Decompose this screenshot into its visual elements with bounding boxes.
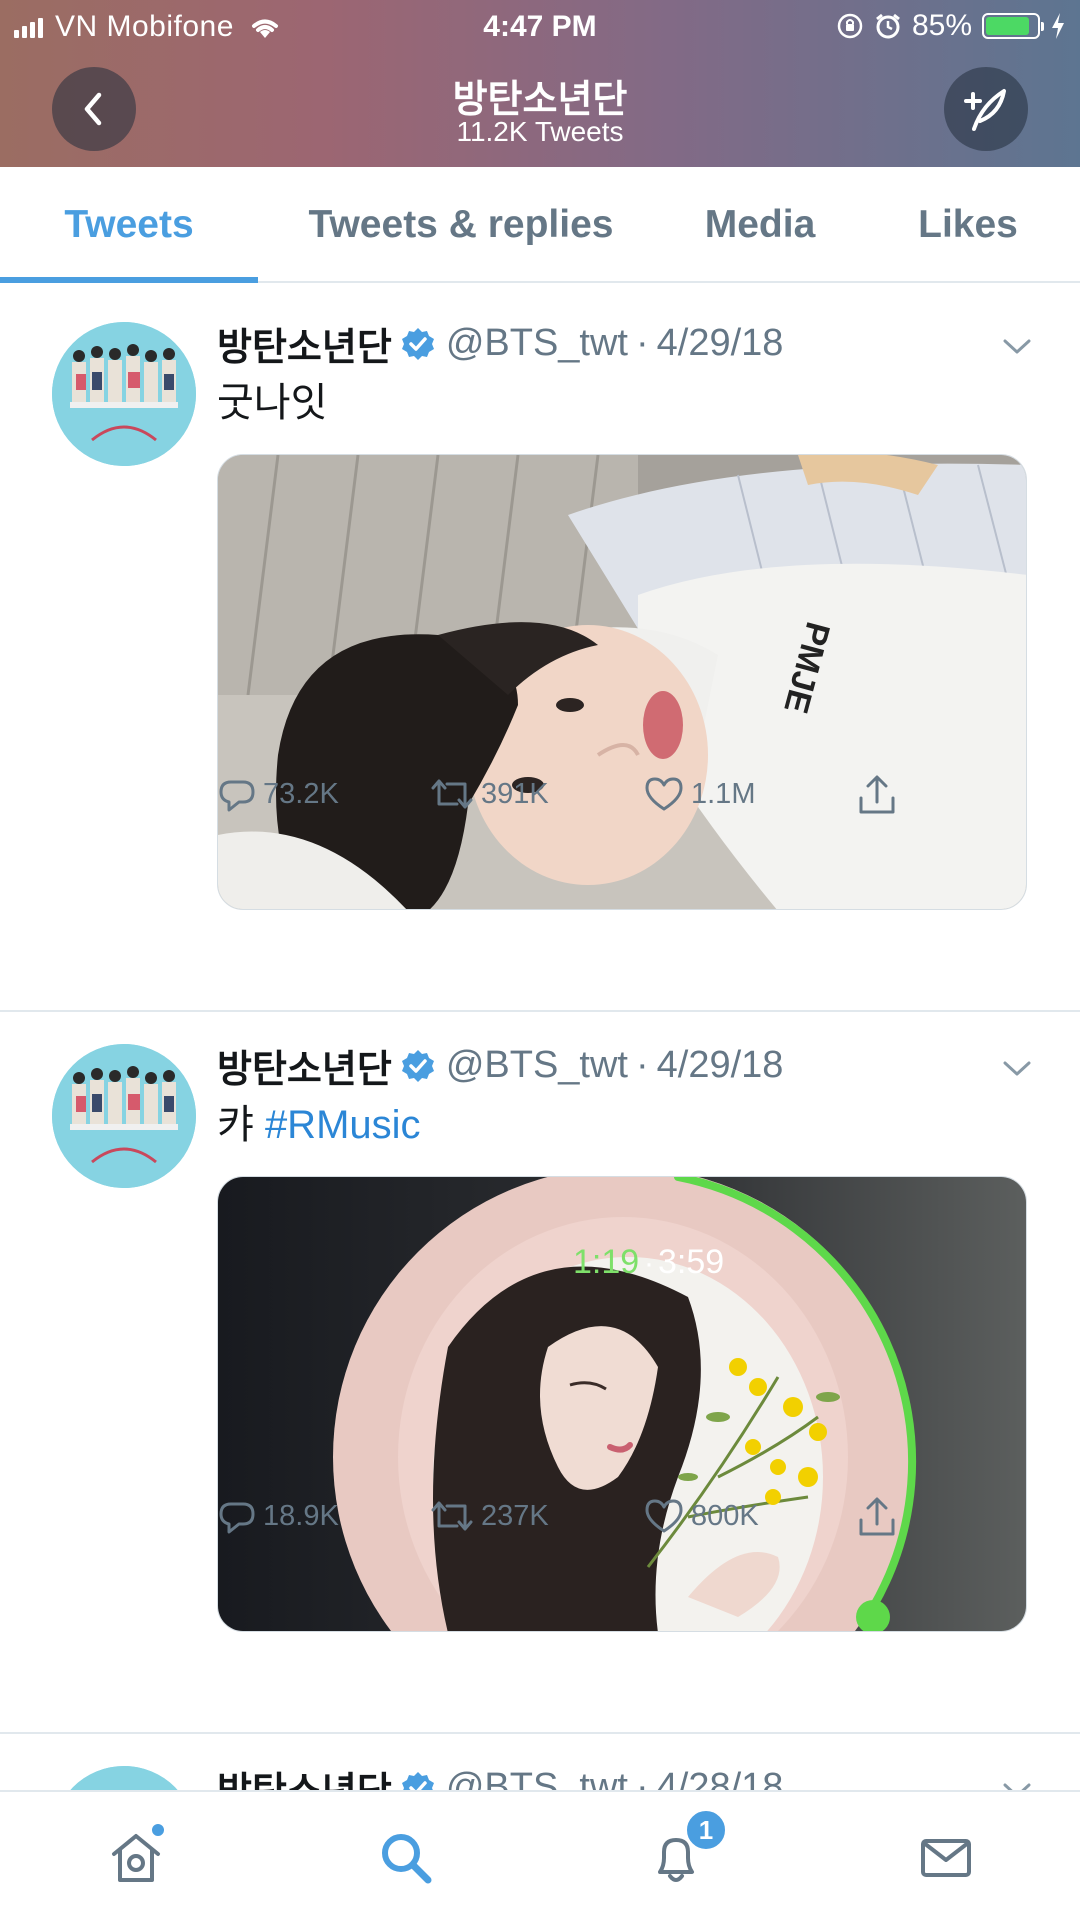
tweet-actions: 73.2K 391K 1.1M bbox=[217, 774, 1017, 824]
nav-notifications[interactable]: 1 bbox=[636, 1808, 728, 1898]
tweet-photo[interactable]: PMJE bbox=[217, 454, 1027, 910]
retweet-button[interactable]: 391K bbox=[429, 774, 549, 814]
reply-button[interactable]: 73.2K bbox=[217, 774, 339, 814]
avatar-image bbox=[52, 1044, 196, 1188]
nav-messages[interactable] bbox=[906, 1818, 986, 1898]
tweet-actions: 18.9K 237K 800K bbox=[217, 1496, 1017, 1546]
tweet-date[interactable]: 4/29/18 bbox=[657, 1044, 784, 1087]
reply-button[interactable]: 18.9K bbox=[217, 1496, 339, 1536]
tweet-text-body: 캬 bbox=[217, 1103, 254, 1147]
retweet-button[interactable]: 237K bbox=[429, 1496, 549, 1536]
chevron-down-icon[interactable] bbox=[1002, 1060, 1032, 1078]
share-icon bbox=[859, 775, 895, 814]
tweet-photo[interactable]: 1:19 · 3:59 bbox=[217, 1176, 1027, 1632]
author-name[interactable]: 방탄소년단 bbox=[217, 1038, 392, 1093]
tweet-header: 방탄소년단 @BTS_twt · 4/29/18 bbox=[217, 316, 783, 371]
avatar[interactable] bbox=[52, 322, 196, 466]
share-button[interactable] bbox=[857, 1496, 903, 1538]
nav-search[interactable] bbox=[366, 1818, 446, 1898]
tweet-date[interactable]: 4/29/18 bbox=[657, 322, 784, 365]
tweet-header: 방탄소년단 @BTS_twt · 4/29/18 bbox=[217, 1038, 783, 1093]
author-handle[interactable]: @BTS_twt bbox=[446, 322, 628, 365]
tab-media[interactable]: Media bbox=[664, 167, 856, 283]
messages-icon bbox=[921, 1839, 971, 1877]
verified-badge-icon bbox=[401, 1049, 434, 1082]
share-button[interactable] bbox=[857, 774, 903, 816]
selfie-photo: PMJE bbox=[218, 455, 1026, 909]
profile-tabs: Tweets Tweets & replies Media Likes bbox=[0, 167, 1080, 283]
reply-count: 73.2K bbox=[263, 777, 339, 810]
retweet-icon bbox=[431, 1501, 473, 1531]
orientation-lock-icon bbox=[837, 13, 863, 39]
tweet-text-body: 굿나잇 bbox=[217, 381, 328, 425]
author-handle[interactable]: @BTS_twt bbox=[446, 1044, 628, 1087]
active-tab-indicator bbox=[0, 277, 258, 283]
compose-tweet-button[interactable] bbox=[944, 67, 1028, 151]
separator-dot: · bbox=[635, 1044, 649, 1086]
notification-count-badge: 1 bbox=[684, 1808, 728, 1852]
alarm-icon bbox=[876, 13, 900, 39]
share-icon bbox=[859, 1497, 895, 1536]
reply-icon bbox=[219, 780, 255, 812]
retweet-count: 237K bbox=[481, 1499, 549, 1532]
home-new-dot bbox=[150, 1822, 166, 1838]
total-duration: 3:59 bbox=[658, 1243, 724, 1281]
search-icon bbox=[382, 1834, 432, 1884]
like-count: 1.1M bbox=[691, 777, 756, 810]
author-name[interactable]: 방탄소년단 bbox=[217, 316, 392, 371]
status-bar: VN Mobifone 4:47 PM 85% bbox=[0, 0, 1080, 54]
tweet-text: 굿나잇 bbox=[217, 370, 327, 428]
like-button[interactable]: 800K bbox=[643, 1496, 759, 1536]
retweet-icon bbox=[431, 779, 473, 809]
tab-likes[interactable]: Likes bbox=[856, 167, 1080, 283]
battery-icon bbox=[982, 13, 1044, 39]
tweet-text: 캬 #RMusic bbox=[217, 1092, 421, 1150]
time-separator: · bbox=[644, 1247, 654, 1280]
tweet-count: 11.2K Tweets bbox=[456, 116, 624, 147]
nav-home[interactable] bbox=[96, 1818, 176, 1898]
tab-tweets-replies[interactable]: Tweets & replies bbox=[258, 167, 664, 283]
charging-icon bbox=[1052, 13, 1064, 39]
profile-header: VN Mobifone 4:47 PM 85% 방탄소년단 11.2K Twee… bbox=[0, 0, 1080, 167]
reply-icon bbox=[219, 1502, 255, 1534]
tweet[interactable]: 방탄소년단 @BTS_twt · 4/29/18 캬 #RMusic 1:19 … bbox=[0, 1012, 1080, 1734]
chevron-down-icon[interactable] bbox=[1002, 338, 1032, 356]
profile-name: 방탄소년단 bbox=[452, 79, 628, 121]
tab-tweets[interactable]: Tweets bbox=[0, 167, 258, 283]
battery-percent: 85% bbox=[911, 9, 972, 42]
like-count: 800K bbox=[691, 1499, 759, 1532]
reply-count: 18.9K bbox=[263, 1499, 339, 1532]
hashtag-link[interactable]: #RMusic bbox=[265, 1103, 421, 1147]
bottom-navigation: 1 bbox=[0, 1790, 1080, 1920]
like-button[interactable]: 1.1M bbox=[643, 774, 755, 814]
elapsed-time: 1:19 bbox=[573, 1243, 639, 1281]
heart-icon bbox=[645, 777, 683, 811]
heart-icon bbox=[645, 1499, 683, 1533]
avatar-image bbox=[52, 322, 196, 466]
verified-badge-icon bbox=[401, 327, 434, 360]
separator-dot: · bbox=[635, 322, 649, 364]
compose-tweet-icon bbox=[964, 89, 1006, 131]
tweet[interactable]: 방탄소년단 @BTS_twt · 4/29/18 굿나잇 PMJE 73.2K … bbox=[0, 290, 1080, 1012]
retweet-count: 391K bbox=[481, 777, 549, 810]
avatar[interactable] bbox=[52, 1044, 196, 1188]
battery-level bbox=[986, 17, 1029, 35]
music-player-photo: 1:19 · 3:59 bbox=[218, 1177, 1026, 1631]
